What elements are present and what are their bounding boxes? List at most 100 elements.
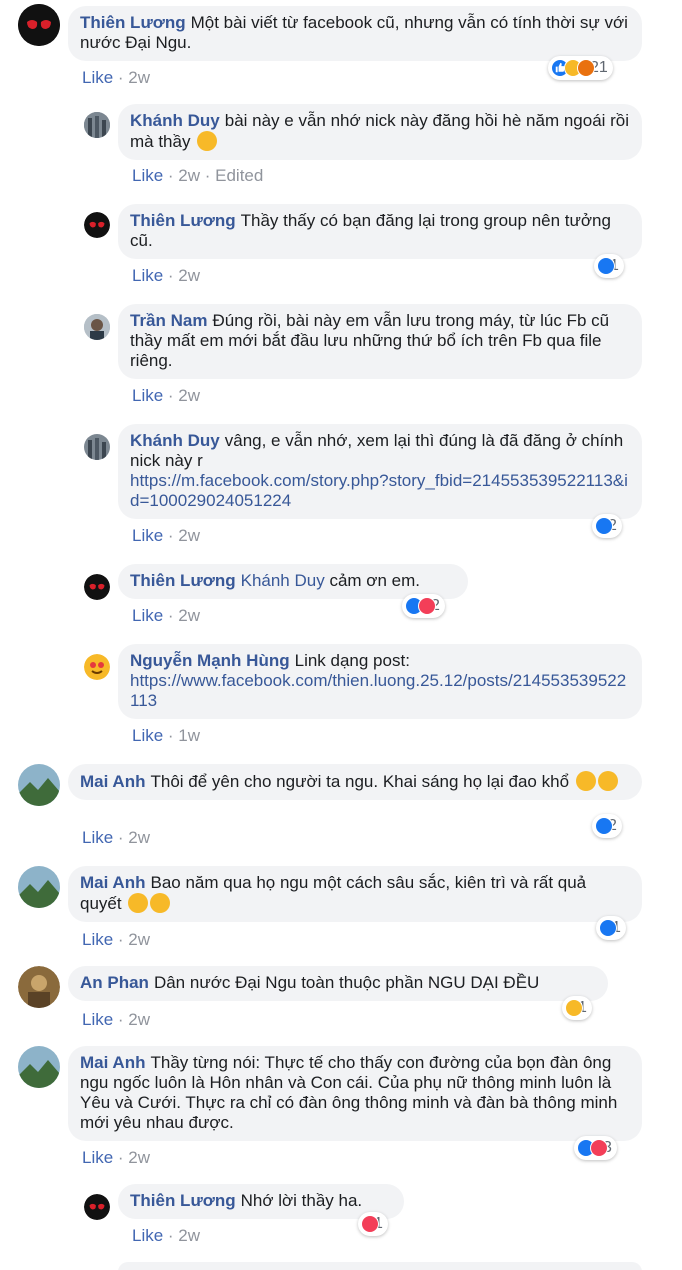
like-button[interactable]: Like [132, 526, 163, 545]
like-button[interactable]: Like [82, 1148, 113, 1167]
reaction-summary[interactable]: 1 [596, 916, 626, 940]
edited-label[interactable]: Edited [215, 166, 263, 185]
like-button[interactable]: Like [82, 828, 113, 847]
comment-author[interactable]: Trần Nam [130, 311, 207, 330]
avatar[interactable] [18, 966, 60, 1008]
comment-actions: Like · 2w [132, 1226, 201, 1245]
comment-bubble: Khánh Duy bài này e vẫn nhớ nick này đăng… [118, 104, 642, 160]
like-button[interactable]: Like [132, 266, 163, 285]
timestamp[interactable]: 2w [128, 1148, 150, 1167]
comment-actions: Like · 2w [132, 266, 201, 285]
avatar[interactable] [84, 654, 110, 680]
love-reaction-icon [418, 597, 436, 615]
comment-author[interactable]: Thiên Lương [130, 1191, 236, 1210]
comment-link[interactable]: https://www.facebook.com/thien.luong.25.… [130, 671, 630, 711]
like-button[interactable]: Like [82, 68, 113, 87]
comment-bubble: Trần Nam Đúng rồi, bài này em vẫn lưu tro… [118, 304, 642, 379]
comment-bubble: Mai Anh Thôi để yên cho người ta ngu. Kha… [68, 764, 642, 800]
like-reaction-icon [595, 817, 613, 835]
laughing-emoji-icon [575, 771, 596, 791]
reaction-summary[interactable]: 21 [548, 56, 613, 80]
comment-author[interactable]: Khánh Duy [130, 431, 220, 450]
like-button[interactable]: Like [132, 1226, 163, 1245]
reaction-summary[interactable]: 1 [562, 996, 592, 1020]
comment-bubble: Thiên Lương Một bài viết từ facebook cũ, … [68, 6, 642, 61]
timestamp[interactable]: 2w [128, 68, 150, 87]
angry-reaction-icon [577, 59, 595, 77]
like-button[interactable]: Like [132, 606, 163, 625]
timestamp[interactable]: 2w [128, 930, 150, 949]
haha-reaction-icon [565, 999, 583, 1017]
like-button[interactable]: Like [132, 386, 163, 405]
love-reaction-icon [590, 1139, 608, 1157]
comment-text: Link dạng post: [294, 651, 410, 670]
reaction-summary[interactable]: 2 [402, 594, 445, 618]
timestamp[interactable]: 2w [128, 1010, 150, 1029]
comment-bubble-partial [118, 1262, 642, 1270]
timestamp[interactable]: 2w [178, 1226, 200, 1245]
comment-actions: Like · 2w [82, 930, 151, 949]
like-reaction-icon [597, 257, 615, 275]
comment-text: cảm ơn em. [329, 571, 420, 590]
comment-author[interactable]: Nguyễn Mạnh Hùng [130, 651, 290, 670]
comment-actions: Like · 2w [82, 1148, 151, 1167]
avatar[interactable] [84, 1194, 110, 1220]
like-reaction-icon [599, 919, 617, 937]
comment-author[interactable]: Mai Anh [80, 772, 145, 791]
comment-actions: Like · 2w [132, 526, 201, 545]
timestamp[interactable]: 2w [178, 266, 200, 285]
grimace-emoji-icon [197, 131, 218, 151]
laughing-emoji-icon [597, 771, 618, 791]
reaction-summary[interactable]: 2 [592, 514, 622, 538]
star-struck-emoji-icon [150, 893, 171, 913]
avatar[interactable] [18, 764, 60, 806]
comment-link[interactable]: https://m.facebook.com/story.php?story_f… [130, 471, 630, 511]
reaction-summary[interactable]: 3 [574, 1136, 617, 1160]
comment-author[interactable]: An Phan [80, 973, 149, 992]
like-button[interactable]: Like [82, 1010, 113, 1029]
avatar[interactable] [18, 866, 60, 908]
avatar[interactable] [84, 434, 110, 460]
reaction-summary[interactable]: 2 [592, 814, 622, 838]
like-button[interactable]: Like [82, 930, 113, 949]
comment-author[interactable]: Thiên Lương [80, 13, 186, 32]
avatar[interactable] [84, 314, 110, 340]
timestamp[interactable]: 2w [178, 606, 200, 625]
comment-bubble: Thiên Lương Nhớ lời thầy ha. [118, 1184, 404, 1219]
comment-bubble: Thiên Lương Thầy thấy có bạn đăng lại tro… [118, 204, 642, 259]
timestamp[interactable]: 2w [178, 386, 200, 405]
avatar[interactable] [18, 1046, 60, 1088]
comment-actions: Like · 2w [132, 606, 201, 625]
comment-bubble: An Phan Dân nước Đại Ngu toàn thuộc phần … [68, 966, 608, 1001]
comment-bubble: Khánh Duy vâng, e vẫn nhớ, xem lại thì đú… [118, 424, 642, 519]
comment-actions: Like · 2w · Edited [132, 166, 264, 185]
reaction-summary[interactable]: 1 [358, 1212, 388, 1236]
timestamp[interactable]: 2w [178, 166, 200, 185]
reaction-summary[interactable]: 1 [594, 254, 624, 278]
comment-author[interactable]: Thiên Lương [130, 571, 236, 590]
comment-text: Dân nước Đại Ngu toàn thuộc phần NGU DẠI… [153, 973, 540, 992]
like-button[interactable]: Like [132, 726, 163, 745]
comment-author[interactable]: Thiên Lương [130, 211, 236, 230]
avatar[interactable] [84, 574, 110, 600]
mention-link[interactable]: Khánh Duy [241, 571, 325, 590]
avatar[interactable] [84, 212, 110, 238]
like-button[interactable]: Like [132, 166, 163, 185]
like-reaction-icon [595, 517, 613, 535]
comment-text: Thầy từng nói: Thực tế cho thấy con đườn… [80, 1053, 618, 1132]
comment-author[interactable]: Khánh Duy [130, 111, 220, 130]
comment-actions: Like · 2w [132, 386, 201, 405]
comment-author[interactable]: Mai Anh [80, 873, 145, 892]
avatar[interactable] [18, 4, 60, 46]
timestamp[interactable]: 1w [178, 726, 200, 745]
comment-actions: Like · 2w [82, 68, 151, 87]
comment-text: Nhớ lời thầy ha. [240, 1191, 363, 1210]
comment-author[interactable]: Mai Anh [80, 1053, 145, 1072]
comment-actions: Like · 2w [82, 828, 151, 847]
star-struck-emoji-icon [128, 893, 149, 913]
avatar[interactable] [84, 112, 110, 138]
comment-bubble: Mai Anh Thầy từng nói: Thực tế cho thấy c… [68, 1046, 642, 1141]
comment-actions: Like · 2w [82, 1010, 151, 1029]
timestamp[interactable]: 2w [128, 828, 150, 847]
timestamp[interactable]: 2w [178, 526, 200, 545]
